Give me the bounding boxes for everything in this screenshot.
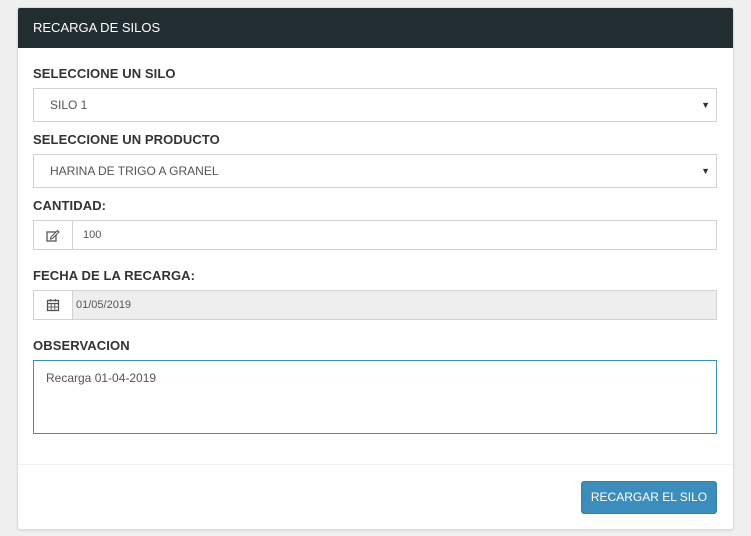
silo-select[interactable]: SILO 1 ▼ <box>33 88 717 122</box>
fecha-input[interactable]: 01/05/2019 <box>73 291 716 319</box>
cantidad-label: CANTIDAD: <box>33 198 107 213</box>
producto-label: SELECCIONE UN PRODUCTO <box>33 132 220 147</box>
producto-select[interactable]: HARINA DE TRIGO A GRANEL ▼ <box>33 154 717 188</box>
chevron-down-icon: ▼ <box>701 166 710 176</box>
cantidad-input-group: 100 <box>33 220 717 250</box>
recarga-panel: RECARGA DE SILOS SELECCIONE UN SILO SILO… <box>17 7 734 530</box>
footer-divider <box>18 464 733 465</box>
edit-icon <box>34 221 73 249</box>
fecha-label: FECHA DE LA RECARGA: <box>33 268 196 283</box>
producto-selected-value: HARINA DE TRIGO A GRANEL <box>50 164 219 178</box>
fecha-input-group: 01/05/2019 <box>33 290 717 320</box>
cantidad-input[interactable]: 100 <box>73 221 716 249</box>
panel-title: RECARGA DE SILOS <box>18 8 733 48</box>
observacion-label: OBSERVACION <box>33 338 130 353</box>
calendar-icon <box>34 291 73 319</box>
chevron-down-icon: ▼ <box>701 100 710 110</box>
silo-selected-value: SILO 1 <box>50 98 88 112</box>
silo-label: SELECCIONE UN SILO <box>33 66 176 81</box>
recargar-silo-button[interactable]: RECARGAR EL SILO <box>581 481 717 514</box>
observacion-textarea[interactable]: Recarga 01-04-2019 <box>33 360 717 434</box>
